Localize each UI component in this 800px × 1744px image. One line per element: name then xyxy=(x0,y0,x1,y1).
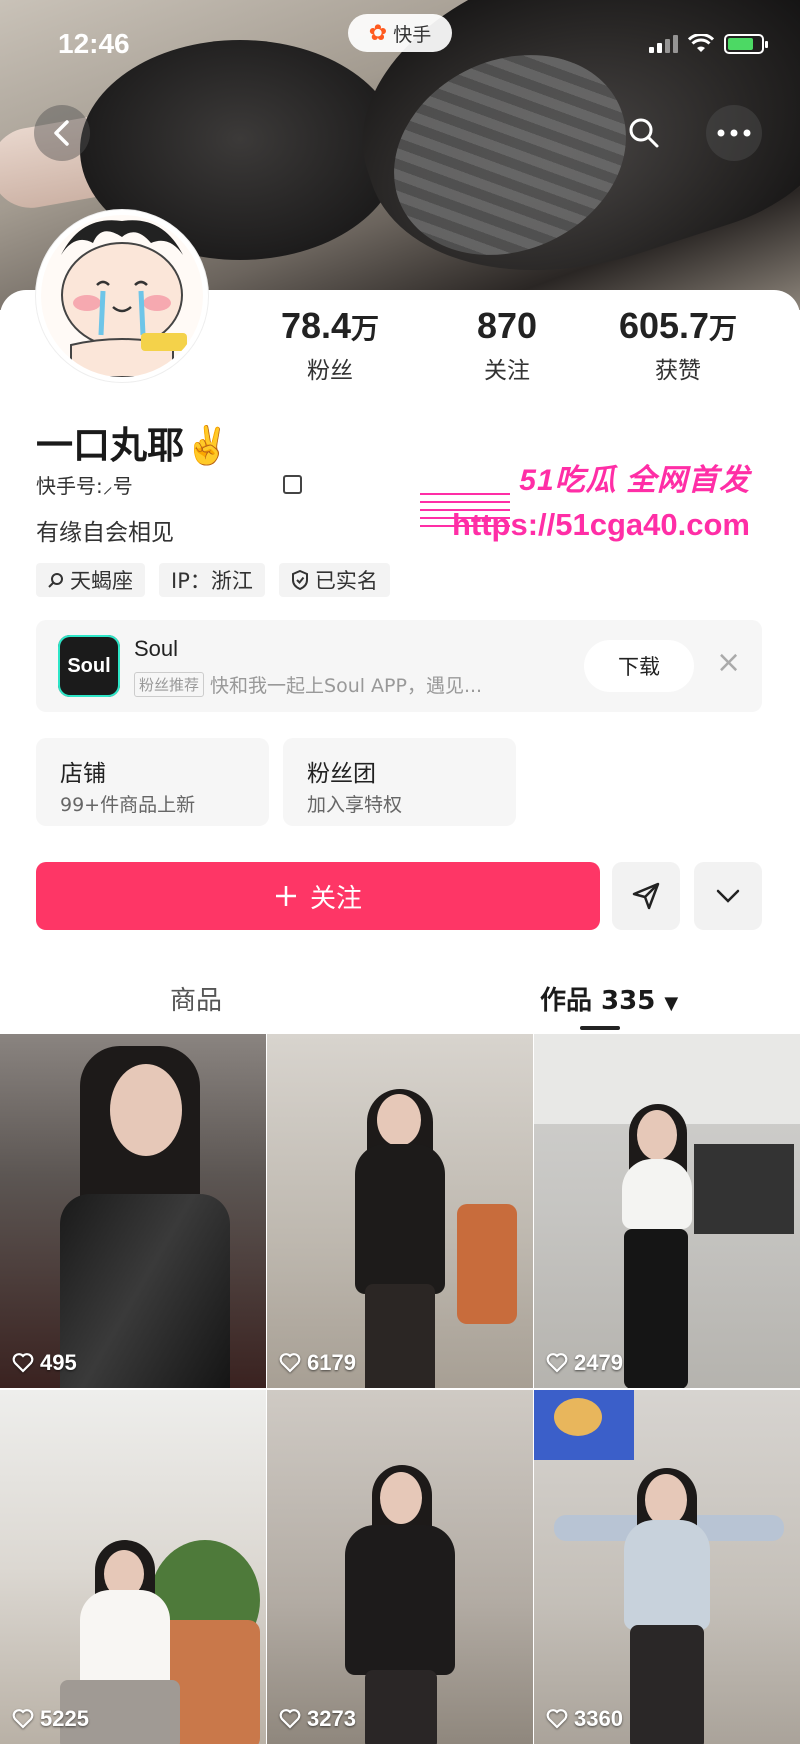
status-icons xyxy=(649,34,768,54)
posts-grid: 495 6179 2479 5225 3273 3360 xyxy=(0,1034,800,1744)
avatar[interactable] xyxy=(36,210,208,382)
status-time: 12:46 xyxy=(58,28,130,59)
more-dots-icon xyxy=(717,129,751,137)
tag-verified[interactable]: 已实名 xyxy=(278,563,390,597)
tag-zodiac[interactable]: 天蝎座 xyxy=(36,563,145,597)
post-likes-count: 5225 xyxy=(40,1706,89,1731)
tag-ip-location[interactable]: IP：浙江 xyxy=(159,563,265,597)
post-likes-count: 6179 xyxy=(307,1350,356,1375)
heart-icon xyxy=(12,1353,34,1373)
fan-group-entry[interactable]: 粉丝团 加入享特权 xyxy=(283,738,516,826)
search-icon xyxy=(48,573,63,588)
shop-title: 店铺 xyxy=(60,761,106,787)
stat-followers-label: 粉丝 xyxy=(307,358,353,384)
shield-check-icon xyxy=(291,570,308,590)
heart-icon xyxy=(546,1709,568,1729)
search-button[interactable] xyxy=(616,105,672,161)
tag-verified-text: 已实名 xyxy=(314,569,378,593)
follow-label: 关注 xyxy=(309,883,362,914)
watermark-decoration xyxy=(420,493,510,529)
post-likes: 2479 xyxy=(546,1350,623,1376)
stat-following-value: 870 xyxy=(476,305,538,346)
post-likes: 495 xyxy=(12,1350,77,1376)
signal-icon xyxy=(649,35,678,53)
heart-icon xyxy=(279,1353,301,1373)
chevron-left-icon xyxy=(54,120,69,146)
profile-bio: 有缘自会相见 xyxy=(36,520,174,546)
soul-logo-icon: Soul xyxy=(58,635,120,697)
stat-following-label: 关注 xyxy=(484,358,530,384)
back-button[interactable] xyxy=(34,105,90,161)
ad-title: Soul xyxy=(134,636,179,661)
post-likes: 5225 xyxy=(12,1706,89,1732)
more-options-button[interactable] xyxy=(694,862,762,930)
tab-products[interactable]: 商品 xyxy=(170,980,222,1017)
profile-tags: 天蝎座 IP：浙江 已实名 xyxy=(36,563,390,597)
chevron-down-icon xyxy=(716,889,740,903)
stat-followers-value: 78.4万 xyxy=(280,305,380,346)
post-likes-count: 3273 xyxy=(307,1706,356,1731)
shop-entry[interactable]: 店铺 99+件商品上新 xyxy=(36,738,269,826)
stat-likes-label: 获赞 xyxy=(655,358,701,384)
shop-subtitle: 99+件商品上新 xyxy=(60,794,196,816)
stat-following[interactable]: 870 关注 xyxy=(432,305,582,385)
post-thumbnail[interactable]: 495 xyxy=(0,1034,266,1388)
close-icon[interactable]: × xyxy=(716,648,741,678)
search-icon xyxy=(629,118,659,148)
tab-works-label: 作品 335 xyxy=(540,986,656,1016)
follow-button[interactable]: 关注 xyxy=(36,862,600,930)
heart-icon xyxy=(546,1353,568,1373)
ad-subtitle: 快和我一起上Soul APP，遇见... xyxy=(210,675,483,697)
stat-likes[interactable]: 605.7万 获赞 xyxy=(598,305,758,385)
copy-icon[interactable] xyxy=(282,475,302,494)
post-thumbnail[interactable]: 2479 xyxy=(534,1034,800,1388)
kuaishou-id: 快手号: ⸝号 xyxy=(36,470,302,499)
post-likes: 3273 xyxy=(279,1706,356,1732)
kuaishou-id-value: ⸝号 xyxy=(102,474,133,498)
ad-subtitle-row: 粉丝推荐 快和我一起上Soul APP，遇见... xyxy=(134,671,482,698)
avatar-cartoon-image xyxy=(41,215,203,377)
post-likes: 3360 xyxy=(546,1706,623,1732)
kuaishou-id-label: 快手号: xyxy=(36,474,103,498)
post-thumbnail[interactable]: 5225 xyxy=(0,1390,266,1744)
profile-name: 一口丸耶✌️ xyxy=(36,424,231,467)
post-likes-count: 2479 xyxy=(574,1350,623,1375)
tag-ip-text: IP：浙江 xyxy=(171,569,253,593)
post-likes: 6179 xyxy=(279,1350,356,1376)
post-likes-count: 3360 xyxy=(574,1706,623,1731)
kuaishou-logo-icon: ✿ xyxy=(368,20,388,46)
post-thumbnail[interactable]: 3273 xyxy=(267,1390,533,1744)
plus-icon xyxy=(275,886,296,906)
share-button[interactable] xyxy=(612,862,680,930)
fan-group-subtitle: 加入享特权 xyxy=(307,794,403,816)
app-pill: ✿ 快手 xyxy=(348,14,452,52)
tag-zodiac-text: 天蝎座 xyxy=(70,569,133,593)
ad-banner[interactable]: Soul Soul 粉丝推荐 快和我一起上Soul APP，遇见... 下载 × xyxy=(36,620,762,712)
app-name: 快手 xyxy=(393,23,432,46)
ad-badge: 粉丝推荐 xyxy=(134,672,205,697)
more-button[interactable] xyxy=(706,105,762,161)
tab-works[interactable]: 作品 335 ▼ xyxy=(540,980,678,1017)
stat-likes-value: 605.7万 xyxy=(618,305,738,346)
heart-icon xyxy=(279,1709,301,1729)
send-icon xyxy=(632,882,660,910)
ad-download-button[interactable]: 下载 xyxy=(584,640,694,692)
caret-down-icon: ▼ xyxy=(664,993,679,1014)
fan-group-title: 粉丝团 xyxy=(307,761,376,787)
tab-indicator xyxy=(580,1026,620,1030)
wifi-icon xyxy=(688,34,714,52)
heart-icon xyxy=(12,1709,34,1729)
watermark: 51吃瓜 全网首发 https://51cga40.com xyxy=(420,455,750,543)
post-likes-count: 495 xyxy=(40,1350,77,1375)
post-thumbnail[interactable]: 6179 xyxy=(267,1034,533,1388)
stat-followers[interactable]: 78.4万 粉丝 xyxy=(255,305,405,385)
post-thumbnail[interactable]: 3360 xyxy=(534,1390,800,1744)
battery-icon xyxy=(724,34,768,54)
